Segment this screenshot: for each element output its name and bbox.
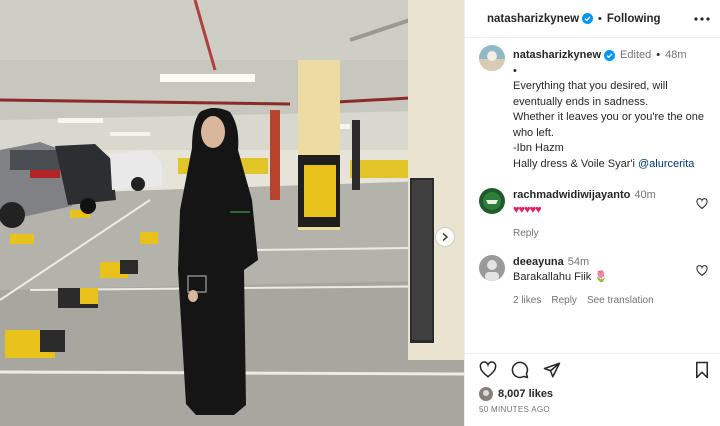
action-bar [465, 353, 720, 385]
verified-badge-icon [604, 50, 616, 62]
caption-username[interactable]: natasharizkynew [513, 48, 601, 64]
post-timestamp: 50 MINUTES AGO [479, 405, 550, 414]
post-header: natasharizkynew • Following [465, 0, 720, 38]
following-button[interactable]: Following [607, 13, 661, 25]
caption-line: • [513, 64, 517, 77]
instagram-post: natasharizkynew • Following natasharizky… [0, 0, 720, 426]
heart-icon[interactable] [696, 198, 708, 213]
separator-dot: • [656, 49, 661, 61]
edited-label: Edited [620, 49, 652, 61]
comment-item: deeayuna 54m Barakallahu Fiik 🌷 2 likes R… [479, 255, 710, 308]
heart-icon[interactable] [696, 265, 708, 280]
reply-button[interactable]: Reply [513, 226, 539, 241]
caption-line: eventually ends in sadness. [513, 95, 649, 108]
comment-icon[interactable] [511, 361, 529, 379]
caption-line: who left. [513, 126, 554, 139]
caption-credits: Hally dress & Voile Syar'i [513, 157, 638, 170]
comment-time: 54m [567, 256, 590, 268]
comment-username[interactable]: deeayuna [513, 256, 564, 268]
post-time: 48m [665, 49, 687, 61]
comments-section: natasharizkynew Edited • 48m • Everythin… [465, 38, 720, 353]
comment-username[interactable]: rachmadwidiwijayanto [513, 189, 630, 201]
caption-line-credits: Hally dress & Voile Syar'i @alurcerita [513, 157, 704, 173]
parking-garage-photo [0, 0, 464, 426]
separator-dot: • [598, 12, 602, 25]
post-caption: natasharizkynew Edited • 48m • Everythin… [479, 45, 710, 172]
comment-time: 40m [634, 189, 656, 201]
reply-button[interactable]: Reply [551, 293, 577, 308]
caption-line: Whether it leaves you or you're the one [513, 111, 705, 123]
share-icon[interactable] [543, 361, 561, 379]
see-translation-button[interactable]: See translation [587, 293, 654, 308]
caption-line: -Ibn Hazm [513, 142, 564, 154]
comment-text: ♥♥♥♥♥ [513, 204, 542, 216]
next-photo-button[interactable] [435, 227, 455, 247]
likes-row: 8,007 likes [465, 385, 720, 403]
comment-item: rachmadwidiwijayanto 40m ♥♥♥♥♥ Reply [479, 188, 710, 241]
caption-line: Everything that you desired, will [513, 80, 668, 92]
likes-count[interactable]: 8,007 likes [498, 388, 553, 400]
mention-link[interactable]: @alurcerita [638, 158, 694, 170]
chevron-right-icon [442, 232, 449, 242]
more-icon[interactable] [694, 16, 710, 21]
bookmark-icon[interactable] [694, 361, 710, 379]
comment-text: Barakallahu Fiik 🌷 [513, 271, 609, 283]
post-photo[interactable] [0, 0, 464, 426]
comment-likes[interactable]: 2 likes [513, 293, 541, 308]
header-username[interactable]: natasharizkynew [487, 13, 579, 25]
heart-icon[interactable] [479, 360, 497, 379]
verified-badge-icon [582, 13, 594, 24]
commenter-avatar[interactable] [479, 188, 505, 214]
post-side-panel: natasharizkynew • Following natasharizky… [464, 0, 720, 426]
liker-avatar[interactable] [479, 387, 493, 401]
commenter-avatar[interactable] [479, 255, 505, 281]
author-avatar[interactable] [479, 45, 505, 71]
caption-body: natasharizkynew Edited • 48m • Everythin… [513, 48, 704, 172]
